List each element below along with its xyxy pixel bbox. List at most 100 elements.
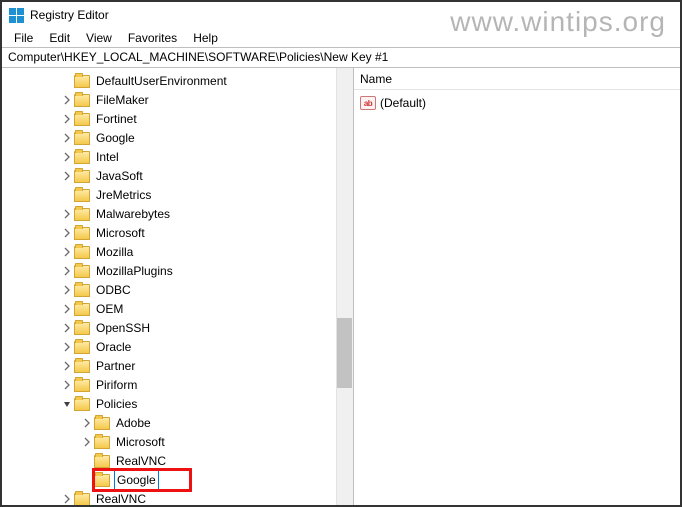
window-title: Registry Editor: [30, 8, 109, 22]
expand-arrow-icon[interactable]: [60, 300, 74, 319]
tree-item-label: Piriform: [94, 376, 139, 395]
tree-item[interactable]: JavaSoft: [2, 167, 353, 186]
tree-item-label: RealVNC: [94, 490, 148, 505]
tree-item[interactable]: Google: [2, 471, 353, 490]
tree-item[interactable]: Mozilla: [2, 243, 353, 262]
tree-item[interactable]: Microsoft: [2, 433, 353, 452]
menubar: File Edit View Favorites Help: [2, 28, 680, 48]
tree-item-label: OpenSSH: [94, 319, 152, 338]
tree-item-label: Microsoft: [94, 224, 147, 243]
titlebar: Registry Editor: [2, 2, 680, 28]
menu-help[interactable]: Help: [185, 29, 226, 47]
folder-icon: [94, 417, 110, 430]
folder-icon: [74, 360, 90, 373]
folder-icon: [74, 170, 90, 183]
folder-icon: [74, 341, 90, 354]
value-row[interactable]: ab (Default): [360, 94, 674, 112]
tree-item[interactable]: Intel: [2, 148, 353, 167]
address-bar[interactable]: Computer\HKEY_LOCAL_MACHINE\SOFTWARE\Pol…: [2, 48, 680, 68]
menu-view[interactable]: View: [78, 29, 120, 47]
folder-icon: [74, 322, 90, 335]
value-name: (Default): [380, 96, 426, 110]
expand-arrow-icon[interactable]: [60, 338, 74, 357]
column-header-name[interactable]: Name: [354, 68, 680, 90]
tree-item[interactable]: ODBC: [2, 281, 353, 300]
string-value-icon: ab: [360, 96, 376, 110]
expand-arrow-icon[interactable]: [60, 262, 74, 281]
menu-file[interactable]: File: [6, 29, 41, 47]
tree-item-label: RealVNC: [114, 452, 168, 471]
expand-arrow-icon[interactable]: [60, 91, 74, 110]
expand-arrow-icon[interactable]: [60, 319, 74, 338]
tree-item-label: OEM: [94, 300, 125, 319]
tree-item-label: Intel: [94, 148, 121, 167]
tree-item[interactable]: Fortinet: [2, 110, 353, 129]
expand-arrow-icon[interactable]: [80, 414, 94, 433]
registry-tree[interactable]: DefaultUserEnvironmentFileMakerFortinetG…: [2, 68, 353, 505]
tree-item[interactable]: Oracle: [2, 338, 353, 357]
tree-item-label: Fortinet: [94, 110, 139, 129]
folder-icon: [74, 94, 90, 107]
tree-item-label: FileMaker: [94, 91, 151, 110]
content-area: DefaultUserEnvironmentFileMakerFortinetG…: [2, 68, 680, 505]
expand-arrow-icon[interactable]: [60, 357, 74, 376]
tree-item[interactable]: Adobe: [2, 414, 353, 433]
tree-item-label: Oracle: [94, 338, 133, 357]
expand-arrow-icon[interactable]: [80, 433, 94, 452]
expand-arrow-icon[interactable]: [60, 243, 74, 262]
tree-item[interactable]: Policies: [2, 395, 353, 414]
tree-item-label: Mozilla: [94, 243, 135, 262]
tree-item-label: Adobe: [114, 414, 153, 433]
tree-item-label: JavaSoft: [94, 167, 145, 186]
tree-item[interactable]: Malwarebytes: [2, 205, 353, 224]
tree-item[interactable]: DefaultUserEnvironment: [2, 72, 353, 91]
folder-icon: [94, 436, 110, 449]
tree-item-label[interactable]: Google: [114, 470, 159, 491]
expand-arrow-icon[interactable]: [60, 281, 74, 300]
app-icon: [8, 7, 24, 23]
tree-item[interactable]: Partner: [2, 357, 353, 376]
tree-item-label: MozillaPlugins: [94, 262, 175, 281]
scrollbar-thumb[interactable]: [337, 318, 352, 388]
tree-item[interactable]: OEM: [2, 300, 353, 319]
tree-item[interactable]: JreMetrics: [2, 186, 353, 205]
folder-icon: [74, 151, 90, 164]
registry-editor-window: www.wintips.org Registry Editor File Edi…: [0, 0, 682, 507]
expand-arrow-icon[interactable]: [60, 167, 74, 186]
tree-item-label: JreMetrics: [94, 186, 153, 205]
tree-item-label: DefaultUserEnvironment: [94, 72, 229, 91]
tree-item[interactable]: RealVNC: [2, 490, 353, 505]
values-pane: Name ab (Default): [354, 68, 680, 505]
folder-icon: [74, 132, 90, 145]
expand-arrow-icon[interactable]: [60, 490, 74, 505]
menu-edit[interactable]: Edit: [41, 29, 78, 47]
tree-scrollbar[interactable]: [336, 68, 353, 505]
expand-arrow-icon[interactable]: [60, 376, 74, 395]
tree-item[interactable]: Piriform: [2, 376, 353, 395]
tree-item[interactable]: FileMaker: [2, 91, 353, 110]
folder-icon: [74, 113, 90, 126]
expand-arrow-icon[interactable]: [60, 395, 74, 414]
tree-item-label: Google: [94, 129, 137, 148]
folder-icon: [74, 189, 90, 202]
expand-arrow-icon[interactable]: [60, 148, 74, 167]
folder-icon: [74, 303, 90, 316]
folder-icon: [94, 455, 110, 468]
expand-arrow-icon[interactable]: [60, 129, 74, 148]
folder-icon: [74, 265, 90, 278]
folder-icon: [74, 227, 90, 240]
tree-item[interactable]: Google: [2, 129, 353, 148]
tree-item[interactable]: Microsoft: [2, 224, 353, 243]
tree-item[interactable]: MozillaPlugins: [2, 262, 353, 281]
values-list[interactable]: ab (Default): [354, 90, 680, 116]
expand-arrow-icon[interactable]: [60, 205, 74, 224]
folder-icon: [74, 208, 90, 221]
tree-item[interactable]: OpenSSH: [2, 319, 353, 338]
folder-icon: [74, 398, 90, 411]
expand-arrow-icon[interactable]: [60, 224, 74, 243]
expand-arrow-icon[interactable]: [60, 110, 74, 129]
folder-icon: [94, 474, 110, 487]
menu-favorites[interactable]: Favorites: [120, 29, 185, 47]
tree-item-label: Policies: [94, 395, 139, 414]
tree-item[interactable]: RealVNC: [2, 452, 353, 471]
